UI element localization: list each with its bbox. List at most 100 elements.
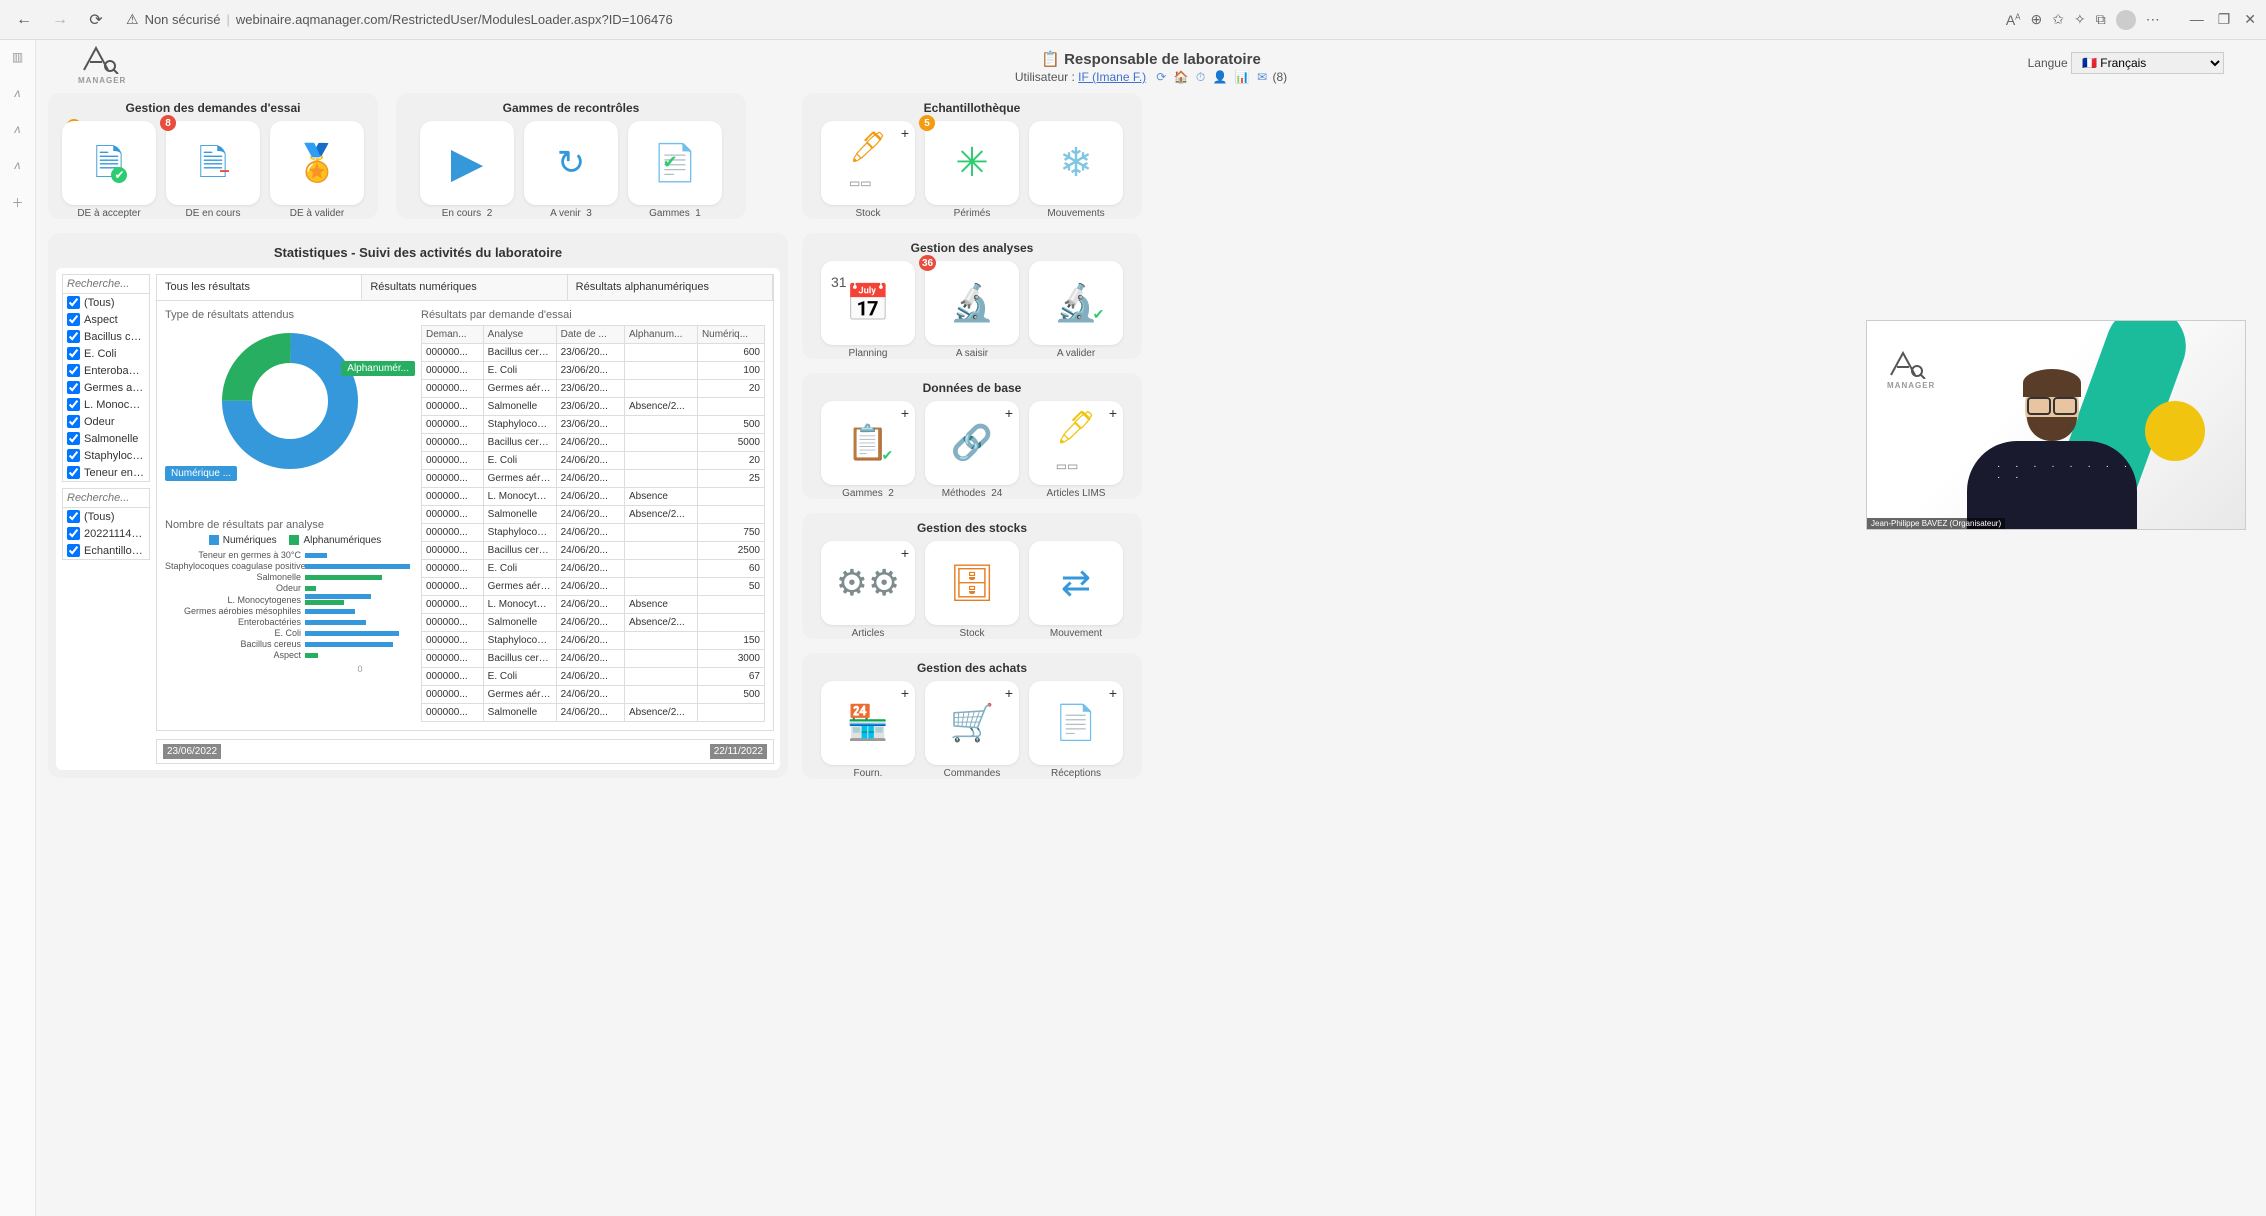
tile-mouvement[interactable]: ⇄ Mouvement xyxy=(1029,541,1123,625)
table-row[interactable]: 000000...Bacillus cereus24/06/20...5000 xyxy=(422,434,765,452)
filter-checkbox[interactable] xyxy=(67,466,80,479)
tile-commandes[interactable]: + 🛒 Commandes xyxy=(925,681,1019,765)
collections-icon[interactable]: ⧉ xyxy=(2096,11,2106,28)
more-icon[interactable]: ⋯ xyxy=(2146,11,2160,28)
filter-checkbox[interactable] xyxy=(67,544,80,557)
tile-avenir[interactable]: ↻ A venir 3 xyxy=(524,121,618,205)
filter-row[interactable]: Echantillons... xyxy=(63,542,149,559)
filter-row[interactable]: Germes aér... xyxy=(63,379,149,396)
table-row[interactable]: 000000...Salmonelle24/06/20...Absence/2.… xyxy=(422,704,765,722)
filter-checkbox[interactable] xyxy=(67,313,80,326)
window-minimize[interactable]: — xyxy=(2190,11,2204,28)
filter-checkbox[interactable] xyxy=(67,347,80,360)
table-row[interactable]: 000000...Bacillus cereus24/06/20...3000 xyxy=(422,650,765,668)
table-row[interactable]: 000000...Germes aéro...24/06/20...500 xyxy=(422,686,765,704)
filter-checkbox[interactable] xyxy=(67,398,80,411)
tile-articles-lims[interactable]: + 🖊▭▭ Articles LIMS xyxy=(1029,401,1123,485)
filter-row[interactable]: Odeur xyxy=(63,413,149,430)
filter-checkbox[interactable] xyxy=(67,296,80,309)
tile-articles[interactable]: + ⚙⚙ Articles xyxy=(821,541,915,625)
header-icons[interactable]: ⟳ 🏠 ⏱ 👤 📊 ✉ xyxy=(1156,70,1269,84)
table-row[interactable]: 000000...L. Monocytog...24/06/20...Absen… xyxy=(422,488,765,506)
table-header[interactable]: Alphanum... xyxy=(625,326,698,344)
table-row[interactable]: 000000...Staphylococo...24/06/20...750 xyxy=(422,524,765,542)
table-header[interactable]: Numériq... xyxy=(697,326,764,344)
table-row[interactable]: 000000...Salmonelle23/06/20...Absence/2.… xyxy=(422,398,765,416)
forward-button[interactable]: → xyxy=(46,6,74,34)
tab-all[interactable]: Tous les résultats xyxy=(157,275,362,300)
filter-checkbox[interactable] xyxy=(67,510,80,523)
filter-row[interactable]: (Tous) xyxy=(63,508,149,525)
tile-receptions[interactable]: + 📄 Réceptions xyxy=(1029,681,1123,765)
sidebar-add-icon[interactable]: ＋ xyxy=(11,194,23,211)
sidebar-loop2-icon[interactable]: ʌ xyxy=(15,122,21,136)
filter-row[interactable]: Enterobacté... xyxy=(63,362,149,379)
filter-row[interactable]: L. Monocyto... xyxy=(63,396,149,413)
window-close[interactable]: ✕ xyxy=(2244,11,2256,28)
filter-checkbox[interactable] xyxy=(67,364,80,377)
tile-de-accepter[interactable]: 🗎 DE à accepter xyxy=(62,121,156,205)
tile-gammes[interactable]: 📄✔ Gammes 1 xyxy=(628,121,722,205)
table-row[interactable]: 000000...E. Coli23/06/20...100 xyxy=(422,362,765,380)
tab-num[interactable]: Résultats numériques xyxy=(362,275,567,300)
table-row[interactable]: 000000...Staphylococo...23/06/20...500 xyxy=(422,416,765,434)
table-row[interactable]: 000000...E. Coli24/06/20...67 xyxy=(422,668,765,686)
tile-asaisir[interactable]: 36 🔬 A saisir xyxy=(925,261,1019,345)
filter-row[interactable]: E. Coli xyxy=(63,345,149,362)
timeline[interactable]: 23/06/2022 22/11/2022 xyxy=(156,739,774,764)
plus-icon[interactable]: + xyxy=(901,405,909,421)
filter-row[interactable]: (Tous) xyxy=(63,294,149,311)
table-header[interactable]: Date de ... xyxy=(556,326,624,344)
user-link[interactable]: IF (Imane F.) xyxy=(1078,70,1146,84)
filter1-search[interactable] xyxy=(63,275,149,294)
filter-checkbox[interactable] xyxy=(67,381,80,394)
filter-checkbox[interactable] xyxy=(67,415,80,428)
table-header[interactable]: Analyse xyxy=(483,326,556,344)
tile-fourn[interactable]: + 🏪 Fourn. xyxy=(821,681,915,765)
table-row[interactable]: 000000...E. Coli24/06/20...60 xyxy=(422,560,765,578)
table-row[interactable]: 000000...E. Coli24/06/20...20 xyxy=(422,452,765,470)
window-restore[interactable]: ❐ xyxy=(2218,11,2231,28)
table-row[interactable]: 000000...Salmonelle24/06/20...Absence/2.… xyxy=(422,614,765,632)
plus-icon[interactable]: + xyxy=(1005,405,1013,421)
table-row[interactable]: 000000...Germes aéro...24/06/20...50 xyxy=(422,578,765,596)
filter-row[interactable]: Teneur en g... xyxy=(63,464,149,481)
tab-alpha[interactable]: Résultats alphanumériques xyxy=(568,275,773,300)
address-bar[interactable]: ⚠ Non sécurisé | webinaire.aqmanager.com… xyxy=(118,11,1998,28)
tile-perimes[interactable]: 5 ✳ Périmés xyxy=(925,121,1019,205)
filter-row[interactable]: Aspect xyxy=(63,311,149,328)
table-header[interactable]: Deman... xyxy=(422,326,484,344)
table-row[interactable]: 000000...L. Monocytog...24/06/20...Absen… xyxy=(422,596,765,614)
profile-icon[interactable] xyxy=(2116,10,2136,30)
table-row[interactable]: 000000...Staphylococo...24/06/20...150 xyxy=(422,632,765,650)
filter-row[interactable]: Salmonelle xyxy=(63,430,149,447)
sidebar-loop-icon[interactable]: ʌ xyxy=(15,86,21,100)
plus-icon[interactable]: + xyxy=(1109,405,1117,421)
tile-methodes[interactable]: + 🔗 Méthodes 24 xyxy=(925,401,1019,485)
filter2-search[interactable] xyxy=(63,489,149,508)
filter-row[interactable]: 20221114-1... xyxy=(63,525,149,542)
tile-mouvements[interactable]: ❄ Mouvements xyxy=(1029,121,1123,205)
sidebar-loop3-icon[interactable]: ʌ xyxy=(15,158,21,172)
plus-icon[interactable]: + xyxy=(901,545,909,561)
zoom-icon[interactable]: ⊕ xyxy=(2031,11,2043,28)
tile-gammes2[interactable]: + 📋 Gammes 2 xyxy=(821,401,915,485)
refresh-button[interactable]: ⟳ xyxy=(82,6,110,34)
tile-de-valider[interactable]: 🏅 DE à valider xyxy=(270,121,364,205)
filter-checkbox[interactable] xyxy=(67,432,80,445)
tile-avalider[interactable]: 🔬 A valider xyxy=(1029,261,1123,345)
tile-stock[interactable]: + 🖊▭▭ Stock xyxy=(821,121,915,205)
text-size-icon[interactable]: AA xyxy=(2006,12,2021,28)
tile-encours[interactable]: ▶ En cours 2 xyxy=(420,121,514,205)
sidebar-tabs-icon[interactable]: ▥ xyxy=(12,50,23,64)
plus-icon[interactable]: + xyxy=(901,685,909,701)
table-row[interactable]: 000000...Bacillus cereus24/06/20...2500 xyxy=(422,542,765,560)
filter-checkbox[interactable] xyxy=(67,527,80,540)
add-favorite-icon[interactable]: ✧ xyxy=(2074,11,2086,28)
plus-icon[interactable]: + xyxy=(1109,685,1117,701)
plus-icon[interactable]: + xyxy=(901,125,909,141)
filter-row[interactable]: Bacillus cere... xyxy=(63,328,149,345)
favorite-icon[interactable]: ✩ xyxy=(2052,11,2064,28)
tile-stock2[interactable]: 🗄 Stock xyxy=(925,541,1019,625)
tile-de-encours[interactable]: 8 🗎 DE en cours xyxy=(166,121,260,205)
